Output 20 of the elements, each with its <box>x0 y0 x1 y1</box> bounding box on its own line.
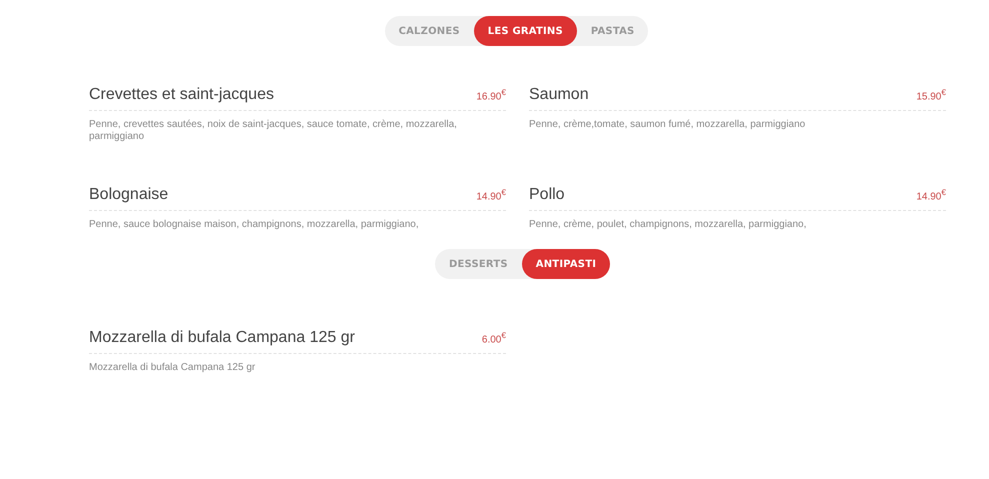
dish-description: Penne, sauce bolognaise maison, champignons, mozzarella, parmiggiano, <box>89 219 420 230</box>
category-tab[interactable]: LES GRATINS <box>474 16 577 46</box>
dish-price: 16.90$^{€}$ <box>476 86 506 102</box>
dish-name: Crevettes et saint-jacques <box>89 86 274 104</box>
dish-name: Pollo <box>529 186 565 204</box>
category-tab[interactable]: PASTAS <box>576 16 648 46</box>
dish-description: Penne, crème, poulet, champignons, mozzarella, parmiggiano, <box>529 219 808 230</box>
dish-price: 6.00$^{€}$ <box>482 330 506 345</box>
category-tab[interactable]: ANTIPASTI <box>522 249 610 279</box>
dish-description: Penne, crevettes sautées, noix de saint-jacques, sauce tomate, crème, mozzarella, parmiggiano <box>89 119 458 142</box>
category-tab[interactable]: DESSERTS <box>435 249 522 279</box>
dish-name: Saumon <box>529 86 589 104</box>
dish-name: Bolognaise <box>89 186 168 204</box>
dish-name: Mozzarella di bufala Campana 125 gr <box>89 329 355 347</box>
category-tab[interactable]: CALZONES <box>384 16 474 46</box>
dish-description: Mozzarella di bufala Campana 125 gr <box>89 362 256 374</box>
dish-description: Penne, crème,tomate, saumon fumé, mozzarella, parmiggiano <box>529 119 806 130</box>
dish-price: 14.90$^{€}$ <box>916 186 946 202</box>
dish-price: 15.90$^{€}$ <box>916 86 946 102</box>
dish-price: 14.90$^{€}$ <box>476 186 506 202</box>
